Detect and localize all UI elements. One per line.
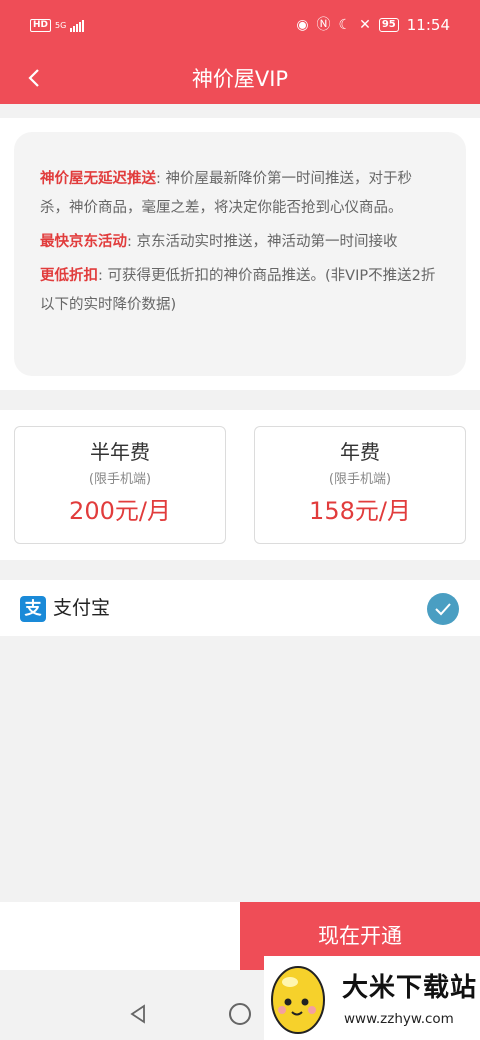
page-title: 神价屋VIP bbox=[191, 67, 289, 91]
network-type: 5G bbox=[55, 20, 67, 30]
watermark: 大米下载站 www.zzhyw.com bbox=[264, 956, 480, 1040]
benefit-highlight: 神价屋无延迟推送 bbox=[40, 171, 156, 187]
plan-name: 半年费 bbox=[90, 440, 150, 464]
mascot-icon bbox=[271, 966, 325, 1034]
plan-note: (限手机端) bbox=[328, 472, 392, 487]
plan-card-half-year[interactable]: 半年费 (限手机端) 200元/月 bbox=[14, 426, 226, 544]
app-header: 神价屋VIP bbox=[0, 54, 480, 104]
benefit-text: : 京东活动实时推送，神活动第一时间接收 bbox=[127, 234, 398, 250]
payment-label: 支付宝 bbox=[53, 597, 111, 619]
benefit-highlight: 更低折扣 bbox=[40, 268, 98, 284]
status-right: ◉ Ⓝ ☾ ✕ 95 11:54 bbox=[296, 16, 450, 34]
plan-price: 158元/月 bbox=[309, 497, 411, 525]
signal-icon bbox=[70, 19, 85, 32]
status-left: HD 5G bbox=[30, 19, 85, 32]
status-bar: HD 5G ◉ Ⓝ ☾ ✕ 95 11:54 bbox=[0, 0, 480, 54]
watermark-title: 大米下载站 bbox=[342, 973, 478, 1003]
clock: 11:54 bbox=[406, 16, 450, 34]
plan-name: 年费 bbox=[340, 440, 380, 464]
benefit-highlight: 最快京东活动 bbox=[40, 234, 127, 250]
check-circle-icon[interactable] bbox=[427, 593, 459, 625]
battery-icon: 95 bbox=[378, 18, 399, 32]
nav-home-icon[interactable] bbox=[229, 1003, 251, 1025]
nfc-icon: Ⓝ bbox=[316, 17, 331, 33]
plan-note: (限手机端) bbox=[88, 472, 152, 487]
alipay-icon: 支 bbox=[20, 596, 46, 622]
plan-price: 200元/月 bbox=[69, 497, 171, 525]
benefit-item: 神价屋无延迟推送: 神价屋最新降价第一时间推送，对于秒杀，神价商品，毫厘之差，将… bbox=[40, 165, 440, 223]
benefit-item: 更低折扣: 可获得更低折扣的神价商品推送。(非VIP不推送2折以下的实时降价数据… bbox=[40, 262, 440, 320]
nav-back-icon[interactable] bbox=[128, 1004, 148, 1024]
payment-method-alipay[interactable]: 支 支付宝 bbox=[0, 580, 480, 636]
bell-off-icon: ✕ bbox=[359, 17, 371, 33]
plan-card-year[interactable]: 年费 (限手机端) 158元/月 bbox=[254, 426, 466, 544]
benefit-text: : 可获得更低折扣的神价商品推送。(非VIP不推送2折以下的实时降价数据) bbox=[40, 268, 436, 313]
benefit-item: 最快京东活动: 京东活动实时推送，神活动第一时间接收 bbox=[40, 228, 440, 257]
benefits-card: 神价屋无延迟推送: 神价屋最新降价第一时间推送，对于秒杀，神价商品，毫厘之差，将… bbox=[14, 132, 466, 376]
watermark-url: www.zzhyw.com bbox=[344, 1011, 454, 1027]
benefits-section: 神价屋无延迟推送: 神价屋最新降价第一时间推送，对于秒杀，神价商品，毫厘之差，将… bbox=[0, 118, 480, 390]
moon-icon: ☾ bbox=[338, 17, 352, 33]
hd-badge: HD bbox=[30, 19, 52, 32]
eye-icon: ◉ bbox=[296, 17, 309, 33]
check-icon bbox=[435, 603, 451, 616]
plans-section: 半年费 (限手机端) 200元/月 年费 (限手机端) 158元/月 bbox=[0, 410, 480, 560]
